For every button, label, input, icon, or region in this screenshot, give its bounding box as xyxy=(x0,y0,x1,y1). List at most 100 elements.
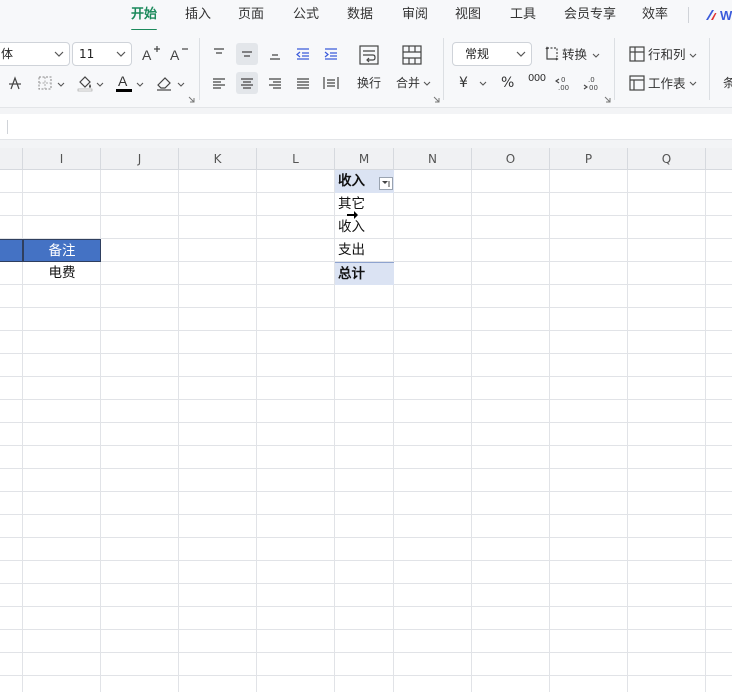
wrap-text-icon[interactable] xyxy=(357,43,381,67)
chevron-down-icon[interactable] xyxy=(479,81,487,86)
ai-logo-icon[interactable]: W xyxy=(704,7,732,23)
menu-bar: 开始 插入 页面 公式 数据 审阅 视图 工具 会员专享 效率 W xyxy=(0,0,732,31)
font-color-icon[interactable]: A xyxy=(113,72,135,94)
strikethrough-icon[interactable] xyxy=(4,72,26,94)
spreadsheet-grid[interactable]: 备注 电费 收入 其它 收入 支出 总计 xyxy=(0,170,732,692)
tab-data[interactable]: 数据 xyxy=(347,6,373,26)
ribbon-separator xyxy=(443,38,444,100)
border-icon[interactable] xyxy=(34,72,56,94)
grid-lines xyxy=(0,170,732,692)
tab-tools[interactable]: 工具 xyxy=(510,6,536,26)
fill-color-icon[interactable] xyxy=(74,72,96,94)
chevron-down-icon xyxy=(54,51,64,57)
chevron-down-icon xyxy=(116,51,126,57)
column-header-K[interactable]: K xyxy=(179,148,257,170)
ribbon-separator xyxy=(614,38,615,100)
pivot-total-label: 总计 xyxy=(338,266,365,282)
convert-label[interactable]: 转换 xyxy=(562,47,587,63)
number-format-select[interactable]: 常规 xyxy=(452,42,532,66)
svg-text:00: 00 xyxy=(589,84,598,92)
cell-I-value[interactable]: 电费 xyxy=(23,262,101,285)
eraser-icon[interactable] xyxy=(153,72,175,94)
decrease-decimal-icon[interactable]: .0 00 xyxy=(581,72,603,94)
rows-columns-icon[interactable] xyxy=(626,43,648,65)
formula-gap xyxy=(0,140,732,148)
chevron-down-icon[interactable] xyxy=(57,82,65,87)
alignment-dialog-launcher-icon[interactable] xyxy=(433,96,440,103)
thousands-separator-icon[interactable]: 000 xyxy=(528,71,546,87)
formula-input[interactable] xyxy=(0,114,732,140)
decrease-font-icon[interactable]: A xyxy=(168,43,190,65)
worksheet-label[interactable]: 工作表 xyxy=(648,76,686,92)
chevron-down-icon[interactable] xyxy=(177,82,185,87)
column-header-row: I J K L M N O P Q xyxy=(0,148,732,170)
tab-review[interactable]: 审阅 xyxy=(402,6,428,26)
number-dialog-launcher-icon[interactable] xyxy=(604,96,611,103)
ribbon-separator xyxy=(709,38,710,100)
chevron-down-icon xyxy=(516,51,526,57)
chevron-down-icon[interactable] xyxy=(423,81,431,86)
chevron-down-icon[interactable] xyxy=(689,81,697,86)
distributed-align-icon[interactable] xyxy=(320,72,342,94)
column-header-L[interactable]: L xyxy=(257,148,335,170)
column-header-I[interactable]: I xyxy=(23,148,101,170)
svg-text:.0: .0 xyxy=(588,76,595,84)
chevron-down-icon[interactable] xyxy=(96,82,104,87)
currency-format-icon[interactable]: ¥ xyxy=(459,75,468,91)
svg-text:0: 0 xyxy=(561,76,565,84)
tab-member[interactable]: 会员专享 xyxy=(564,6,616,26)
move-cursor-icon xyxy=(346,209,360,219)
font-name-select[interactable]: 体 xyxy=(0,42,70,66)
merge-cells-icon[interactable] xyxy=(400,43,424,67)
font-size-value: 11 xyxy=(79,47,95,61)
column-header-J[interactable]: J xyxy=(101,148,179,170)
align-top-icon[interactable] xyxy=(208,43,230,65)
justify-icon[interactable] xyxy=(292,72,314,94)
chevron-down-icon[interactable] xyxy=(136,82,144,87)
column-header-H[interactable] xyxy=(0,148,23,170)
merge-cells-label[interactable]: 合并 xyxy=(396,75,420,91)
align-bottom-icon[interactable] xyxy=(264,43,286,65)
font-size-select[interactable]: 11 xyxy=(72,42,132,66)
ribbon-toolbar: 体 11 A A A 换行 合并 常规 转换 ¥ % 000 0 .00 .0 … xyxy=(0,30,732,108)
column-header-P[interactable]: P xyxy=(550,148,628,170)
filter-dropdown-icon[interactable] xyxy=(379,177,393,190)
font-dialog-launcher-icon[interactable] xyxy=(188,96,195,103)
pivot-item-expense[interactable]: 支出 xyxy=(338,239,365,262)
increase-font-icon[interactable]: A xyxy=(140,43,162,65)
chevron-down-icon[interactable] xyxy=(592,53,600,58)
rows-columns-label[interactable]: 行和列 xyxy=(648,47,686,63)
align-middle-icon[interactable] xyxy=(236,43,258,65)
tab-page[interactable]: 页面 xyxy=(238,6,264,26)
pivot-total-cell[interactable]: 总计 xyxy=(335,262,394,285)
tab-home[interactable]: 开始 xyxy=(131,6,158,31)
convert-icon[interactable] xyxy=(541,43,563,65)
align-left-icon[interactable] xyxy=(208,72,230,94)
cell-I-header[interactable]: 备注 xyxy=(23,239,101,262)
ribbon-separator xyxy=(199,38,200,100)
decrease-indent-icon[interactable] xyxy=(292,43,314,65)
column-header-M[interactable]: M xyxy=(335,148,394,170)
percent-format-icon[interactable]: % xyxy=(501,75,514,91)
svg-text:.00: .00 xyxy=(558,84,569,92)
align-center-icon[interactable] xyxy=(236,72,258,94)
tab-insert[interactable]: 插入 xyxy=(185,6,211,26)
chevron-down-icon[interactable] xyxy=(689,53,697,58)
conditional-format-label[interactable]: 条 xyxy=(723,75,732,91)
column-header-Q[interactable]: Q xyxy=(628,148,706,170)
font-name-value: 体 xyxy=(1,47,14,61)
wrap-text-label[interactable]: 换行 xyxy=(357,75,381,91)
column-header-N[interactable]: N xyxy=(394,148,472,170)
svg-text:W: W xyxy=(720,8,732,23)
worksheet-icon[interactable] xyxy=(626,72,648,94)
increase-decimal-icon[interactable]: 0.00 xyxy=(553,72,575,94)
tab-efficiency[interactable]: 效率 xyxy=(642,6,668,26)
column-header-O[interactable]: O xyxy=(472,148,550,170)
cell-H-header-fill[interactable] xyxy=(0,239,23,262)
increase-indent-icon[interactable] xyxy=(320,43,342,65)
number-format-value: 常规 xyxy=(465,47,490,61)
formula-separator xyxy=(7,120,8,134)
tab-formula[interactable]: 公式 xyxy=(293,6,319,26)
tab-view[interactable]: 视图 xyxy=(455,6,481,26)
align-right-icon[interactable] xyxy=(264,72,286,94)
